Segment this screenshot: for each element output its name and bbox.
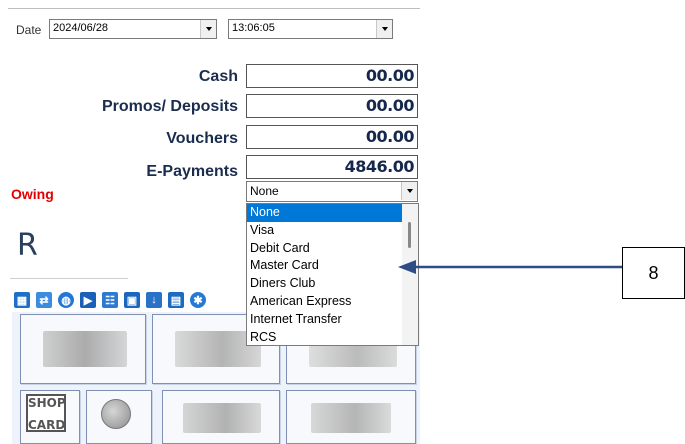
time-value: 13:06:05 — [232, 22, 275, 34]
scrollbar-thumb[interactable] — [408, 222, 411, 248]
date-value: 2024/06/28 — [53, 22, 109, 34]
exchange-icon[interactable]: ⇄ — [36, 292, 52, 308]
shop-card-line2: CARD — [28, 418, 66, 432]
shop-card-line1: SHOP — [28, 396, 66, 410]
option-rcs[interactable]: RCS — [247, 329, 403, 347]
epayment-type-dropdown-list[interactable]: None Visa Debit Card Master Card Diners … — [246, 203, 419, 346]
option-visa[interactable]: Visa — [247, 222, 403, 240]
promos-deposits-amount-field[interactable]: 00.00 — [246, 94, 418, 118]
banknote-image — [183, 403, 261, 433]
banknote-image — [43, 331, 127, 367]
separator-line — [10, 278, 128, 279]
option-internet-transfer[interactable]: Internet Transfer — [247, 311, 403, 329]
epayment-type-select[interactable]: None — [246, 181, 418, 202]
globe-icon[interactable]: ◍ — [58, 292, 74, 308]
top-divider — [8, 8, 420, 9]
banknote-50-tile[interactable] — [20, 314, 146, 384]
calendar-icon[interactable]: ▤ — [168, 292, 184, 308]
date-picker[interactable]: 2024/06/28 — [49, 19, 217, 39]
cash-label: Cash — [198, 68, 238, 85]
currency-symbol: R — [17, 228, 38, 263]
banknote-10-tile[interactable] — [162, 390, 280, 444]
gear-icon[interactable]: ✱ — [190, 292, 206, 308]
banknote-image — [311, 403, 391, 433]
option-diners-club[interactable]: Diners Club — [247, 275, 403, 293]
annotation-arrow — [398, 260, 622, 274]
owing-label: Owing — [11, 186, 54, 202]
chevron-down-icon[interactable] — [376, 20, 392, 38]
save-icon[interactable]: ▣ — [124, 292, 140, 308]
fast-forward-icon[interactable]: ▶ — [80, 292, 96, 308]
option-american-express[interactable]: American Express — [247, 293, 403, 311]
chevron-down-icon[interactable] — [401, 182, 417, 200]
time-picker[interactable]: 13:06:05 — [228, 19, 393, 39]
chevron-down-icon[interactable] — [200, 20, 216, 38]
banknote-20-tile[interactable] — [286, 390, 416, 444]
date-label: Date — [16, 23, 42, 37]
annotation-arrow-head — [398, 260, 416, 274]
shop-card-tile[interactable]: SHOP CARD — [20, 390, 80, 444]
promos-deposits-label: Promos/ Deposits — [101, 98, 238, 115]
option-debit-card[interactable]: Debit Card — [247, 240, 403, 258]
cash-amount-field[interactable]: 00.00 — [246, 64, 418, 88]
coin-image — [101, 399, 131, 429]
download-icon[interactable]: ↓ — [146, 292, 162, 308]
option-none[interactable]: None — [247, 204, 403, 222]
option-master-card[interactable]: Master Card — [247, 257, 403, 275]
coin-tile[interactable] — [86, 390, 152, 444]
e-payments-amount-field[interactable]: 4846.00 — [246, 155, 418, 179]
annotation-callout-box: 8 — [622, 247, 685, 299]
e-payments-label: E-Payments — [146, 163, 238, 180]
shop-card-logo: SHOP CARD — [26, 394, 66, 432]
people-icon[interactable]: ☷ — [102, 292, 118, 308]
annotation-callout-number: 8 — [648, 262, 659, 283]
vouchers-label: Vouchers — [166, 130, 238, 147]
grid-icon[interactable]: ▦ — [14, 292, 30, 308]
epayment-type-selected: None — [250, 184, 279, 198]
vouchers-amount-field[interactable]: 00.00 — [246, 125, 418, 149]
